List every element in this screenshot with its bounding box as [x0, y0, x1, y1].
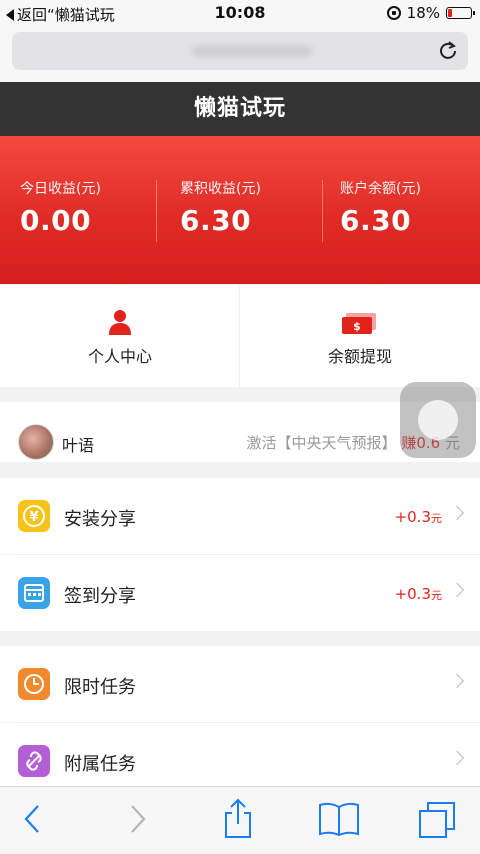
- task-reward: +0.3元: [395, 585, 442, 603]
- account-balance-label: 账户余额(元): [340, 181, 421, 197]
- total-earnings-label: 累积收益(元): [180, 181, 261, 197]
- task-reward-value: +0.3: [394, 585, 431, 603]
- bookmarks-icon[interactable]: [318, 801, 360, 837]
- divider: [156, 180, 157, 242]
- battery-percent: 18%: [406, 4, 440, 22]
- chevron-right-icon: [449, 750, 465, 766]
- reload-icon[interactable]: [438, 40, 458, 60]
- task-limited-time[interactable]: 限时任务: [0, 646, 480, 722]
- task-reward-unit: 元: [431, 589, 442, 602]
- account-balance: 账户余额(元) 6.30: [340, 178, 480, 237]
- quick-actions: 个人中心 $ 余额提现: [0, 285, 480, 387]
- svg-text:¥: ¥: [29, 510, 38, 525]
- avatar: [18, 424, 54, 460]
- task-reward-unit: 元: [431, 512, 442, 525]
- forward-icon[interactable]: [128, 803, 148, 835]
- rotation-lock-icon: [386, 6, 401, 20]
- task-reward-value: +0.3: [394, 508, 431, 526]
- withdraw-label: 余额提现: [327, 347, 392, 366]
- task-reward: +0.3元: [395, 508, 442, 526]
- earnings-panel: 今日收益(元) 0.00 累积收益(元) 6.30 账户余额(元) 6.30: [0, 136, 480, 284]
- calendar-icon: [18, 577, 50, 609]
- withdraw-button[interactable]: $ 余额提现: [240, 285, 480, 387]
- clock-icon: [18, 668, 50, 700]
- task-title: 安装分享: [64, 509, 136, 530]
- chevron-right-icon: [449, 505, 465, 521]
- back-icon[interactable]: [22, 803, 42, 835]
- status-bar: 返回“懒猫试玩 10:08 18%: [0, 0, 480, 26]
- svg-text:$: $: [353, 320, 361, 333]
- chevron-right-icon: [449, 673, 465, 689]
- task-install-share[interactable]: ¥ 安装分享 +0.3元: [0, 478, 480, 554]
- ticker-username: 叶语: [62, 436, 95, 455]
- page-title: 懒猫试玩: [0, 82, 480, 136]
- task-title: 限时任务: [64, 677, 136, 698]
- total-earnings-value: 6.30: [180, 204, 252, 237]
- share-icon[interactable]: [222, 797, 254, 839]
- account-balance-value: 6.30: [340, 204, 412, 237]
- link-icon: [18, 745, 50, 777]
- profile-center-label: 个人中心: [87, 347, 152, 366]
- browser-toolbar: [0, 786, 480, 854]
- ticker-activity: 激活【中央天气预报】: [246, 434, 397, 452]
- cash-icon: $: [342, 313, 376, 334]
- yen-icon: ¥: [18, 500, 50, 532]
- profile-center-button[interactable]: 个人中心: [0, 285, 240, 387]
- assistive-touch-button[interactable]: [400, 382, 476, 458]
- task-title: 签到分享: [64, 586, 136, 607]
- divider: [322, 180, 323, 242]
- assistive-touch-dot: [418, 400, 458, 440]
- tabs-icon[interactable]: [418, 801, 458, 839]
- blurred-url: [192, 45, 312, 57]
- chevron-right-icon: [449, 582, 465, 598]
- person-icon: [109, 310, 131, 335]
- task-title: 附属任务: [64, 754, 136, 775]
- address-bar[interactable]: [12, 32, 468, 70]
- browser-address-area: [0, 26, 480, 82]
- total-earnings: 累积收益(元) 6.30: [180, 178, 340, 237]
- task-checkin-share[interactable]: 签到分享 +0.3元: [0, 555, 480, 631]
- battery-icon: [446, 7, 475, 19]
